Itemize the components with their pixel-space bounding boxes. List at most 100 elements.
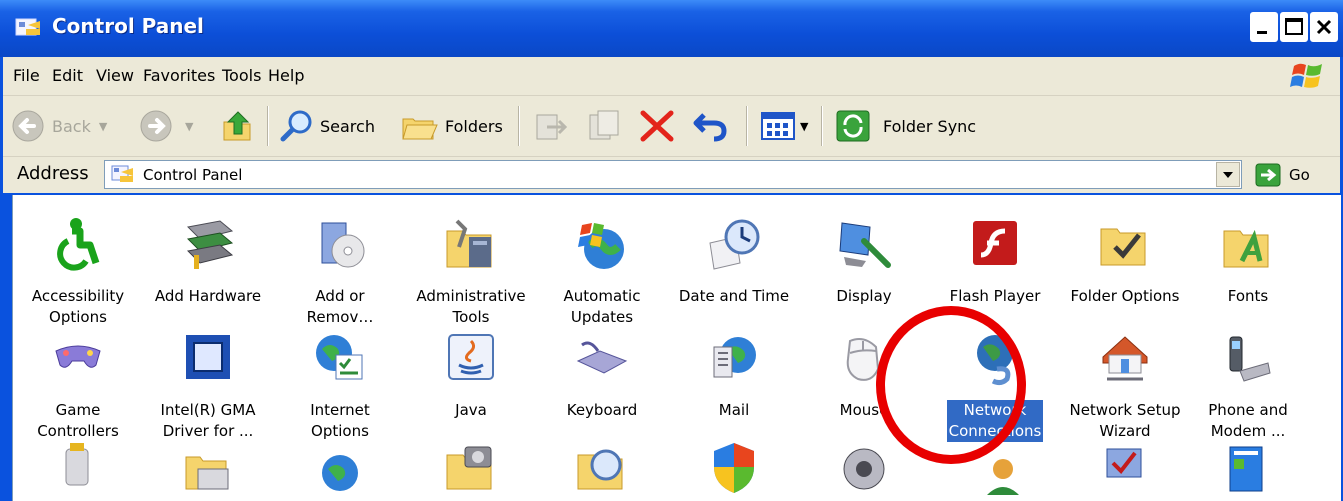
item-folder-options[interactable]: Folder Options (1060, 217, 1190, 307)
item-java[interactable]: Java (406, 331, 536, 421)
item-taskbar-start-menu[interactable] (1183, 439, 1313, 499)
control-panel-icon (15, 18, 40, 36)
fonts-icon (1223, 229, 1269, 268)
window-title: Control Panel (52, 14, 204, 38)
item-regional-options[interactable] (275, 439, 405, 499)
address-value: Control Panel (143, 166, 243, 184)
back-button[interactable]: Back ▼ (11, 96, 107, 156)
item-automatic-updates[interactable]: Automatic Updates (537, 217, 667, 328)
undo-button[interactable] (692, 96, 730, 156)
printers-icon (185, 456, 229, 490)
windows-logo-icon (1290, 63, 1322, 88)
up-folder-icon (223, 111, 251, 141)
control-panel-window: Control Panel File Edit View Favorites T… (0, 0, 1343, 501)
java-icon (448, 334, 494, 380)
item-mouse[interactable]: Mouse (799, 331, 929, 421)
item-network-setup-wizard[interactable]: Network Setup Wizard (1060, 331, 1190, 442)
flash-player-icon (973, 221, 1017, 265)
item-game-controllers[interactable]: Game Controllers (13, 331, 143, 442)
mouse-icon (846, 338, 880, 381)
menu-edit[interactable]: Edit (52, 66, 83, 85)
item-printers[interactable] (143, 439, 273, 499)
automatic-updates-icon (578, 223, 624, 269)
folders-button[interactable]: Folders (401, 96, 503, 156)
item-accessibility-options[interactable]: Accessibility Options (13, 217, 143, 328)
item-scanners-cameras[interactable] (406, 439, 536, 499)
item-keyboard[interactable]: Keyboard (537, 331, 667, 421)
chevron-down-icon (1223, 172, 1233, 178)
item-add-hardware[interactable]: Add Hardware (143, 217, 273, 307)
close-button[interactable] (1310, 12, 1338, 42)
forward-arrow-icon (140, 110, 172, 142)
menu-file[interactable]: File (13, 66, 40, 85)
undo-icon (693, 113, 727, 142)
control-panel-small-icon (111, 165, 133, 182)
item-mail[interactable]: Mail (669, 331, 799, 421)
scheduled-tasks-icon (577, 449, 623, 490)
item-display[interactable]: Display (799, 217, 929, 307)
item-power-options[interactable] (13, 439, 143, 499)
back-dropdown-icon: ▼ (98, 119, 108, 133)
forward-button[interactable]: ▼ (139, 96, 193, 156)
address-bar: Address Control Panel Go (3, 157, 1340, 193)
display-icon (839, 222, 891, 268)
search-button[interactable]: Search (280, 96, 375, 156)
copy-to-icon (589, 110, 619, 140)
folder-sync-button[interactable]: Folder Sync (835, 96, 976, 156)
item-fonts[interactable]: Fonts (1183, 217, 1313, 307)
toolbar-separator (518, 106, 520, 146)
maximize-button[interactable] (1280, 12, 1308, 42)
delete-button[interactable] (639, 96, 675, 156)
taskbar-icon (1229, 446, 1263, 492)
menu-tools[interactable]: Tools (222, 66, 261, 85)
views-button[interactable]: ▼ (760, 96, 808, 156)
item-security-center[interactable] (669, 439, 799, 499)
menu-favorites[interactable]: Favorites (143, 66, 215, 85)
move-to-button[interactable] (533, 96, 569, 156)
item-add-remove-programs[interactable]: Add or Remov… (275, 217, 405, 328)
toolbar-separator (821, 106, 823, 146)
administrative-tools-icon (446, 219, 492, 268)
title-bar[interactable]: Control Panel (0, 0, 1343, 57)
search-icon (280, 110, 312, 142)
item-system[interactable] (1060, 439, 1190, 499)
intel-gma-icon (186, 335, 230, 379)
address-input[interactable]: Control Panel (104, 160, 1242, 189)
menu-help[interactable]: Help (268, 66, 304, 85)
security-center-icon (714, 443, 754, 493)
item-date-and-time[interactable]: Date and Time (669, 217, 799, 307)
system-icon (1106, 448, 1142, 478)
up-folder-button[interactable] (220, 96, 256, 156)
copy-to-button[interactable] (586, 96, 622, 156)
views-dropdown-icon: ▼ (800, 119, 809, 133)
item-scheduled-tasks[interactable] (537, 439, 667, 499)
item-flash-player[interactable]: Flash Player (930, 217, 1060, 307)
internet-options-icon (316, 335, 363, 380)
item-administrative-tools[interactable]: Administrative Tools (406, 217, 536, 328)
scanners-cameras-icon (446, 446, 492, 490)
forward-dropdown-icon: ▼ (185, 119, 194, 133)
toolbar-separator (746, 106, 748, 146)
sounds-icon (843, 448, 885, 490)
address-dropdown-button[interactable] (1216, 162, 1240, 187)
keyboard-icon (576, 341, 628, 374)
item-sounds[interactable] (799, 439, 929, 499)
menu-view[interactable]: View (96, 66, 134, 85)
network-setup-wizard-icon (1102, 336, 1148, 381)
move-to-icon (536, 114, 568, 140)
item-internet-options[interactable]: Internet Options (275, 331, 405, 442)
item-speech[interactable] (930, 439, 1060, 499)
folders-icon (402, 118, 438, 140)
item-network-connections[interactable]: Network Connections (930, 331, 1060, 442)
mail-icon (713, 337, 756, 378)
network-connections-icon (977, 335, 1013, 386)
toolbar: Back ▼ ▼ Search Folders ▼ Folder Sync (3, 96, 1340, 157)
item-phone-and-modem[interactable]: Phone and Modem ... (1183, 331, 1313, 442)
go-arrow-icon (1255, 163, 1281, 187)
phone-modem-icon (1229, 336, 1271, 382)
add-hardware-icon (186, 220, 234, 269)
minimize-button[interactable] (1250, 12, 1278, 42)
item-intel-gma-driver[interactable]: Intel(R) GMA Driver for ... (143, 331, 273, 442)
go-button[interactable]: Go (1255, 162, 1335, 188)
views-icon (761, 112, 795, 140)
